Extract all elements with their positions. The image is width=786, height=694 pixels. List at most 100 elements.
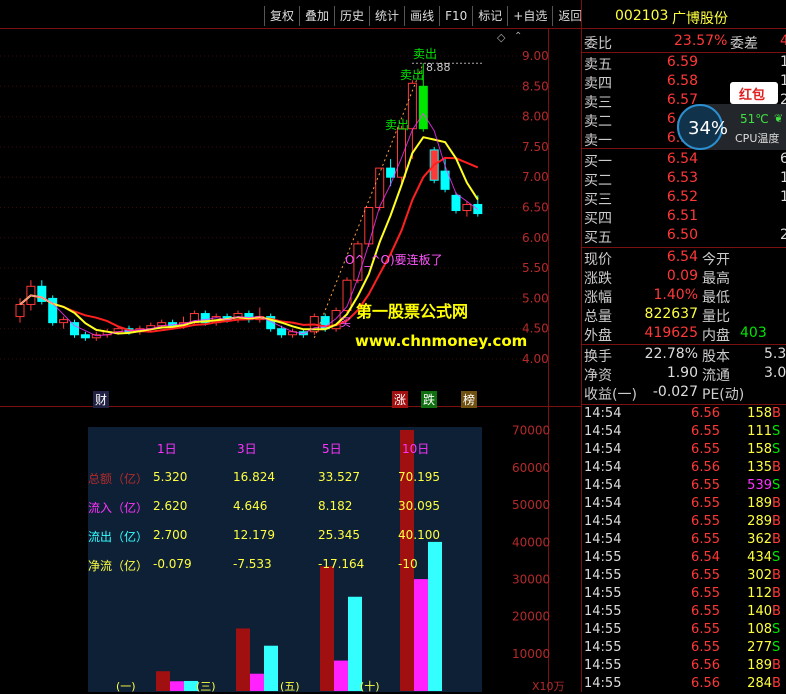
quote-row: 总量 822637 量比 xyxy=(584,306,786,325)
tick-volume: 289 xyxy=(747,514,772,529)
diamond-icon[interactable]: ◇ xyxy=(497,31,505,44)
fund-bar xyxy=(170,681,184,691)
fundamental-row: 净资 1.90 流通 3.0 xyxy=(584,365,786,384)
tick-time: 14:55 xyxy=(584,604,622,619)
toolbar-button[interactable]: 统计 xyxy=(369,6,404,26)
tick-side: B xyxy=(772,586,781,601)
tick-time: 14:54 xyxy=(584,406,622,421)
toolbar-button[interactable]: 标记 xyxy=(472,6,507,26)
fundamental-value2: 3.0 xyxy=(764,365,786,381)
tick-price: 6.55 xyxy=(691,442,720,457)
tick-side: B xyxy=(772,496,781,511)
tick-volume: 135 xyxy=(747,460,772,475)
fund-table-cell: 8.182 xyxy=(318,499,353,513)
bid-label: 买一 xyxy=(584,154,612,170)
hongbao-badge[interactable]: 红包 xyxy=(730,82,778,104)
cpu-widget[interactable]: 34% 51℃ ❦ CPU温度 xyxy=(677,104,786,150)
tick-row: 14:55 6.56 189 B xyxy=(582,658,786,676)
ask-volume: 1 xyxy=(780,54,786,70)
stock-code: 002103 xyxy=(615,8,669,24)
chart-toolbar: 复权 叠加 历史 统计 画线 F10 标记 +自选 返回 xyxy=(264,6,587,26)
bid-row[interactable]: 买四 6.51 xyxy=(584,208,786,227)
fund-table-cell: 12.179 xyxy=(233,528,275,542)
tick-row: 14:55 6.56 284 B xyxy=(582,676,786,694)
limit-down-marker[interactable]: 跌 xyxy=(421,391,438,408)
candle-body[interactable] xyxy=(15,303,25,318)
tick-side: S xyxy=(772,640,781,655)
tick-volume: 189 xyxy=(747,658,772,673)
tick-side: S xyxy=(772,424,781,439)
toolbar-button[interactable]: 历史 xyxy=(334,6,369,26)
bid-price: 6.53 xyxy=(666,170,698,186)
candle-body[interactable] xyxy=(451,194,461,212)
tick-row: 14:55 6.55 108 S xyxy=(582,622,786,640)
high-price-label: 8.88 xyxy=(426,61,451,74)
bid-row[interactable]: 买一 6.54 6 xyxy=(584,151,786,170)
tick-side: B xyxy=(772,604,781,619)
quote-label2: 内盘 xyxy=(702,328,730,344)
fund-table-cell: -10 xyxy=(398,557,418,571)
tick-row: 14:54 6.55 158 S xyxy=(582,442,786,460)
tick-row: 14:54 6.55 362 B xyxy=(582,532,786,550)
candle-body[interactable] xyxy=(418,85,428,130)
quote-value: 419625 xyxy=(644,325,698,341)
candle-body[interactable] xyxy=(462,203,472,212)
limit-up-marker[interactable]: 涨 xyxy=(392,391,409,408)
quote-label: 总量 xyxy=(584,309,612,325)
candle-body[interactable] xyxy=(277,328,287,336)
tick-row: 14:54 6.55 289 B xyxy=(582,514,786,532)
fund-table-cell: 4.646 xyxy=(233,499,268,513)
tick-time: 14:55 xyxy=(584,640,622,655)
quote-label2: 最高 xyxy=(702,271,730,287)
quote-row: 涨跌 0.09 最高 xyxy=(584,268,786,287)
quote-value: 6.54 xyxy=(666,249,698,265)
weicha-label: 委差 xyxy=(730,36,758,52)
tick-volume: 112 xyxy=(747,586,772,601)
candle-body[interactable] xyxy=(59,319,69,324)
bid-row[interactable]: 买三 6.52 1 xyxy=(584,189,786,208)
fundamental-row: 收益(一) -0.027 PE(动) xyxy=(584,384,786,403)
sell-label-3: 卖出 xyxy=(385,118,410,132)
quote-label: 现价 xyxy=(584,252,612,268)
quote-value: 0.09 xyxy=(666,268,698,284)
candle-body[interactable] xyxy=(386,167,396,178)
chevron-up-icon[interactable]: ⌃ xyxy=(514,31,522,42)
fundamental-value: 1.90 xyxy=(666,365,698,381)
ask-row[interactable]: 卖五 6.59 1 xyxy=(584,54,786,73)
fund-table-header: 3日 xyxy=(237,442,257,456)
toolbar-button[interactable]: +自选 xyxy=(507,6,552,26)
tick-time: 14:54 xyxy=(584,532,622,547)
bid-row[interactable]: 买五 6.50 2 xyxy=(584,227,786,246)
tick-volume: 539 xyxy=(747,478,772,493)
fund-table-cell: 16.824 xyxy=(233,470,275,484)
toolbar-button[interactable]: 复权 xyxy=(264,6,299,26)
ask-label: 卖一 xyxy=(584,133,612,149)
tick-row: 14:55 6.55 277 S xyxy=(582,640,786,658)
candle-body[interactable] xyxy=(80,334,90,339)
candle-body[interactable] xyxy=(364,207,374,245)
toolbar-button[interactable]: 叠加 xyxy=(299,6,334,26)
fund-table-cell: -0.079 xyxy=(153,557,192,571)
toolbar-button[interactable]: 画线 xyxy=(404,6,439,26)
candle-body[interactable] xyxy=(70,322,79,336)
tick-side: B xyxy=(772,514,781,529)
weibi-row: 委比 23.57% 委差 4 xyxy=(584,33,786,52)
quote-value: 822637 xyxy=(644,306,698,322)
finance-marker[interactable]: 财 xyxy=(93,391,110,408)
cpu-gauge: 34% xyxy=(677,104,728,150)
candle-body[interactable] xyxy=(397,128,406,178)
quote-row: 外盘 419625 内盘 403 xyxy=(584,325,786,344)
tick-time: 14:54 xyxy=(584,496,622,511)
tick-time: 14:55 xyxy=(584,550,622,565)
bid-volume: 1 xyxy=(780,170,786,186)
hongbao-label: 红包 xyxy=(739,88,766,103)
quote-label2: 最低 xyxy=(702,290,730,306)
toolbar-button[interactable]: F10 xyxy=(439,6,472,26)
fund-table-cell: 70.195 xyxy=(398,470,440,484)
fundamental-label2: PE(动) xyxy=(702,387,745,403)
fund-table-cell: 33.527 xyxy=(318,470,360,484)
ranking-marker[interactable]: 榜 xyxy=(461,391,478,408)
tick-volume: 111 xyxy=(747,424,772,439)
ask-label: 卖五 xyxy=(584,57,612,73)
bid-row[interactable]: 买二 6.53 1 xyxy=(584,170,786,189)
